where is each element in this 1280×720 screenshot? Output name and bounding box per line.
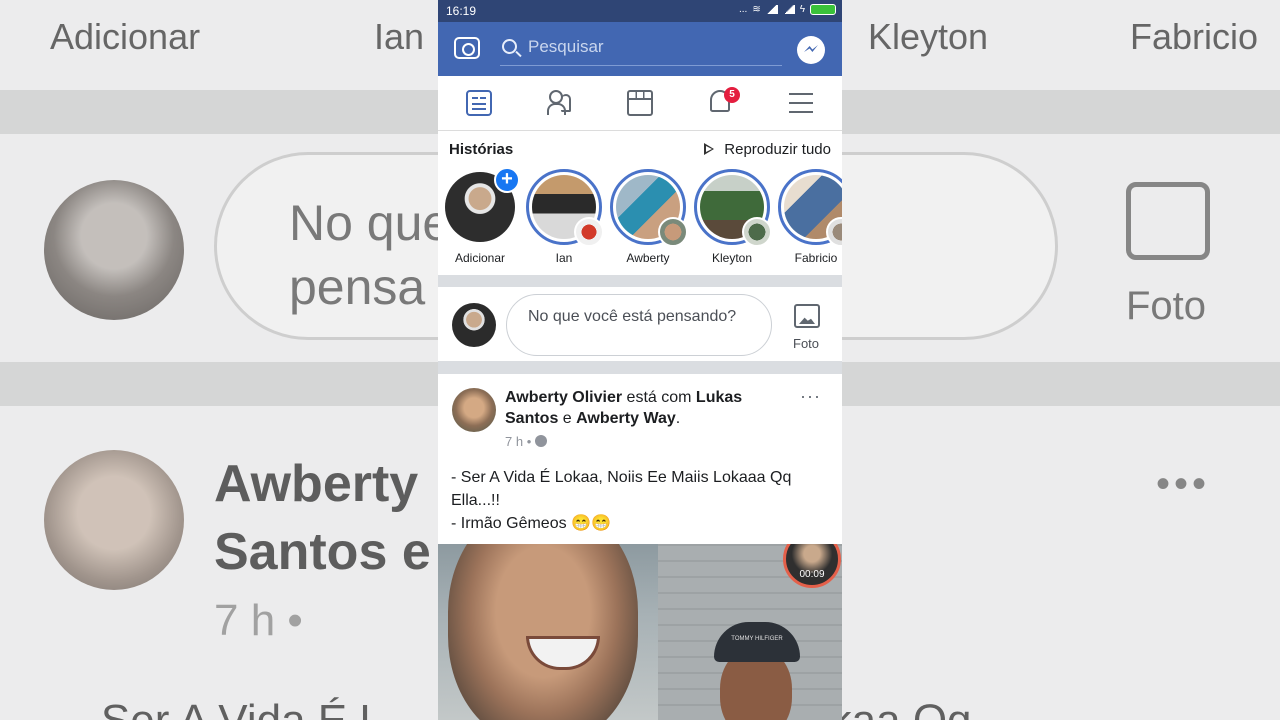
tagged-user-link-2[interactable]: Awberty Way xyxy=(576,410,676,427)
play-all-label: Reproduzir tudo xyxy=(724,141,831,158)
section-divider xyxy=(438,275,842,287)
post-with-text: está com xyxy=(626,389,692,406)
search-field[interactable] xyxy=(500,34,782,66)
post-author-link[interactable]: Awberty Olivier xyxy=(505,389,622,406)
battery-icon xyxy=(810,4,836,15)
video-subject xyxy=(448,544,638,720)
search-icon xyxy=(502,39,517,54)
post-meta: 7 h • xyxy=(505,434,547,449)
marketplace-icon xyxy=(627,90,653,116)
stories-section: Histórias Reproduzir tudo + Adicionar Ia… xyxy=(438,131,842,275)
search-input[interactable] xyxy=(528,37,768,57)
avatar xyxy=(742,217,772,247)
post-author-avatar[interactable] xyxy=(452,388,496,432)
nav-bar: 5 xyxy=(438,76,842,131)
post-text: - Ser A Vida É Lokaa, Noiis Ee Maiis Lok… xyxy=(451,469,792,532)
tab-news-feed[interactable] xyxy=(438,76,518,131)
meta-dot: • xyxy=(526,434,532,449)
post-composer: No que você está pensando? Foto xyxy=(438,287,842,361)
stories-title: Histórias xyxy=(449,141,514,158)
post-time[interactable]: 7 h xyxy=(505,434,523,449)
post-video[interactable]: TOMMY HILFIGER 00:09 xyxy=(438,544,842,720)
camera-icon[interactable] xyxy=(454,37,480,59)
photo-icon[interactable] xyxy=(794,304,820,328)
play-all-button[interactable]: Reproduzir tudo xyxy=(704,141,831,158)
signal-icon xyxy=(765,5,778,14)
avatar xyxy=(658,217,688,247)
feed-post: Awberty Olivier está com Lukas Santos e … xyxy=(438,374,842,720)
more-options-icon[interactable]: ··· xyxy=(800,386,821,407)
status-bar: 16:19 ... ≋ ϟ xyxy=(438,0,842,22)
plus-icon[interactable]: + xyxy=(494,167,520,193)
charging-icon: ϟ xyxy=(799,4,805,15)
avatar xyxy=(574,217,604,247)
phone-screen: 16:19 ... ≋ ϟ 5 Histórias Reproduzir tud… xyxy=(438,0,842,720)
story-name: Kleyton xyxy=(711,251,753,265)
globe-icon xyxy=(534,435,547,447)
news-feed-icon xyxy=(466,90,492,116)
photo-label[interactable]: Foto xyxy=(793,336,819,351)
post-and-text: e xyxy=(562,410,572,427)
tab-friends[interactable] xyxy=(519,76,599,131)
signal-icon-2 xyxy=(782,5,795,14)
status-icons: ... ≋ ϟ xyxy=(739,4,836,15)
tab-notifications[interactable] xyxy=(680,76,760,131)
composer-input[interactable]: No que você está pensando? xyxy=(506,294,772,356)
story-name: Ian xyxy=(555,251,573,265)
notification-badge: 5 xyxy=(724,87,740,103)
section-divider xyxy=(438,361,842,374)
avatar[interactable] xyxy=(452,303,496,347)
top-search-bar xyxy=(438,22,842,76)
story-name: Adicionar xyxy=(454,251,506,265)
status-time: 16:19 xyxy=(446,4,477,18)
post-period: . xyxy=(675,410,681,427)
hamburger-menu-icon xyxy=(789,93,813,113)
video-duration: 00:09 xyxy=(799,569,825,580)
cap-text: TOMMY HILFIGER xyxy=(731,636,783,642)
post-header: Awberty Olivier está com Lukas Santos e … xyxy=(505,387,785,429)
play-icon xyxy=(704,143,715,155)
tab-marketplace[interactable] xyxy=(599,76,679,131)
story-name: Awberty xyxy=(626,251,670,265)
more-dots-icon: ... xyxy=(738,4,748,15)
wifi-icon: ≋ xyxy=(752,4,761,15)
story-name: Fabricio xyxy=(794,251,838,265)
friends-icon xyxy=(547,90,573,116)
tab-menu[interactable] xyxy=(761,76,841,131)
messenger-icon[interactable] xyxy=(797,36,825,64)
